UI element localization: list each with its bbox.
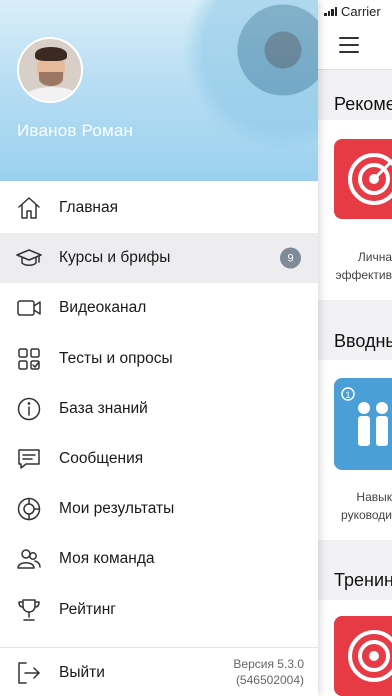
- menu-item-tests[interactable]: Тесты и опросы: [0, 334, 318, 384]
- signal-icon: [324, 6, 337, 16]
- video-camera-icon: [16, 295, 42, 321]
- hamburger-menu-icon[interactable]: [339, 37, 359, 53]
- people-icon: 1: [341, 387, 388, 446]
- menu-item-courses[interactable]: Курсы и брифы 9: [0, 233, 318, 284]
- message-icon: [16, 446, 42, 472]
- menu-item-rating[interactable]: Рейтинг: [0, 585, 318, 635]
- course-card[interactable]: [318, 600, 392, 696]
- target-course-tile[interactable]: [334, 616, 392, 696]
- leadership-course-tile[interactable]: 1: [334, 378, 392, 470]
- section-title-intro: Вводны: [334, 331, 392, 351]
- course-caption-line2: руководи: [341, 508, 392, 522]
- menu-item-label: Курсы и брифы: [59, 249, 171, 267]
- avatar[interactable]: [17, 37, 83, 103]
- menu-item-label: Моя команда: [59, 550, 155, 568]
- tests-grid-icon: [16, 346, 42, 372]
- user-name[interactable]: Иванов Роман: [17, 121, 133, 141]
- menu-item-results[interactable]: Мои результаты: [0, 484, 318, 534]
- top-bar: [318, 22, 392, 70]
- menu-item-label: Сообщения: [59, 450, 144, 468]
- count-badge: 9: [280, 247, 301, 269]
- carrier-label: Carrier: [341, 3, 381, 19]
- course-caption-line1: Навык: [356, 490, 392, 504]
- course-caption-line2: эффектив: [335, 268, 392, 282]
- menu-item-label: База знаний: [59, 399, 148, 417]
- team-icon: [16, 546, 42, 572]
- menu-item-label: Мои результаты: [59, 500, 175, 518]
- menu-item-label: Главная: [59, 199, 118, 217]
- home-icon: [16, 195, 42, 221]
- drawer-footer: Выйти Версия 5.3.0 (546502004): [0, 647, 318, 696]
- build-number: (546502004): [235, 673, 304, 687]
- header-eye-image: [173, 0, 318, 160]
- course-caption-line1: Лична: [357, 250, 392, 264]
- course-card[interactable]: 1 Навык руководи: [318, 360, 392, 540]
- menu-item-home[interactable]: Главная: [0, 183, 318, 233]
- status-bar: Carrier: [318, 0, 392, 22]
- menu-item-messages[interactable]: Сообщения: [0, 434, 318, 484]
- section-title-trainings: Тренин: [334, 570, 392, 590]
- menu-item-team[interactable]: Моя команда: [0, 534, 318, 584]
- tile-badge: 1: [345, 390, 350, 400]
- target-icon: [348, 630, 392, 682]
- menu-item-video[interactable]: Видеоканал: [0, 283, 318, 333]
- target-icon: [348, 153, 392, 205]
- menu-item-label: Рейтинг: [59, 600, 116, 618]
- logout-button[interactable]: Выйти: [59, 664, 105, 682]
- course-card[interactable]: Лична эффектив: [318, 120, 392, 300]
- logout-icon[interactable]: [16, 660, 42, 686]
- menu-item-label: Тесты и опросы: [59, 349, 173, 367]
- navigation-drawer: Иванов Роман Главная Курсы и брифы 9 Вид…: [0, 0, 318, 696]
- menu-item-label: Видеоканал: [59, 299, 147, 317]
- app-version: Версия 5.3.0 (546502004): [233, 656, 304, 688]
- version-number: Версия 5.3.0: [233, 657, 304, 671]
- section-title-recommended: Рекоме: [334, 94, 392, 114]
- drawer-menu: Главная Курсы и брифы 9 Видеоканал Тесты…: [0, 183, 318, 635]
- info-icon: [16, 396, 42, 422]
- background-screen: Carrier Рекоме Лична эффектив Вводны 1 Н…: [318, 0, 392, 696]
- target-course-tile[interactable]: [334, 139, 392, 219]
- trophy-icon: [16, 597, 42, 623]
- results-chart-icon: [16, 496, 42, 522]
- menu-item-knowledge-base[interactable]: База знаний: [0, 384, 318, 434]
- drawer-header: Иванов Роман: [0, 0, 318, 181]
- graduation-cap-icon: [16, 245, 42, 271]
